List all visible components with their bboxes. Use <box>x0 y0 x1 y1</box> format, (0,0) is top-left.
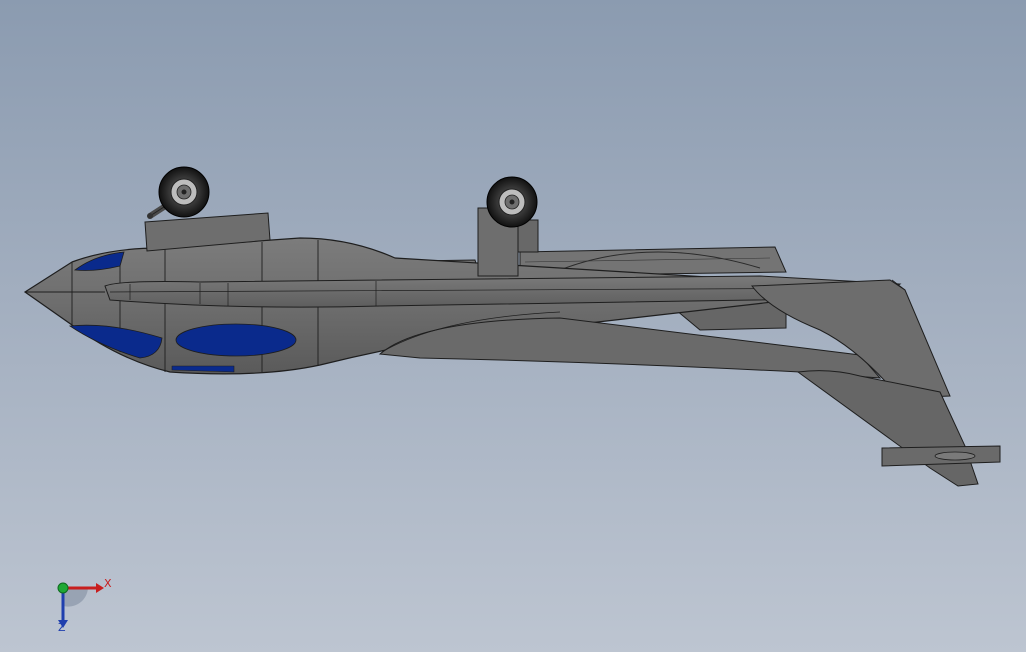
aircraft-model[interactable] <box>0 0 1026 652</box>
z-axis-label: Z <box>58 621 66 634</box>
x-axis-label: X <box>104 577 112 590</box>
coordinate-triad: X Z <box>48 572 118 636</box>
graphics-viewport[interactable]: X Z <box>0 0 1026 652</box>
tail-pod <box>934 451 976 461</box>
rear-wheel <box>486 176 538 228</box>
lower-strut <box>378 317 882 379</box>
front-wheel <box>147 166 210 219</box>
lower-tail <box>796 370 979 487</box>
